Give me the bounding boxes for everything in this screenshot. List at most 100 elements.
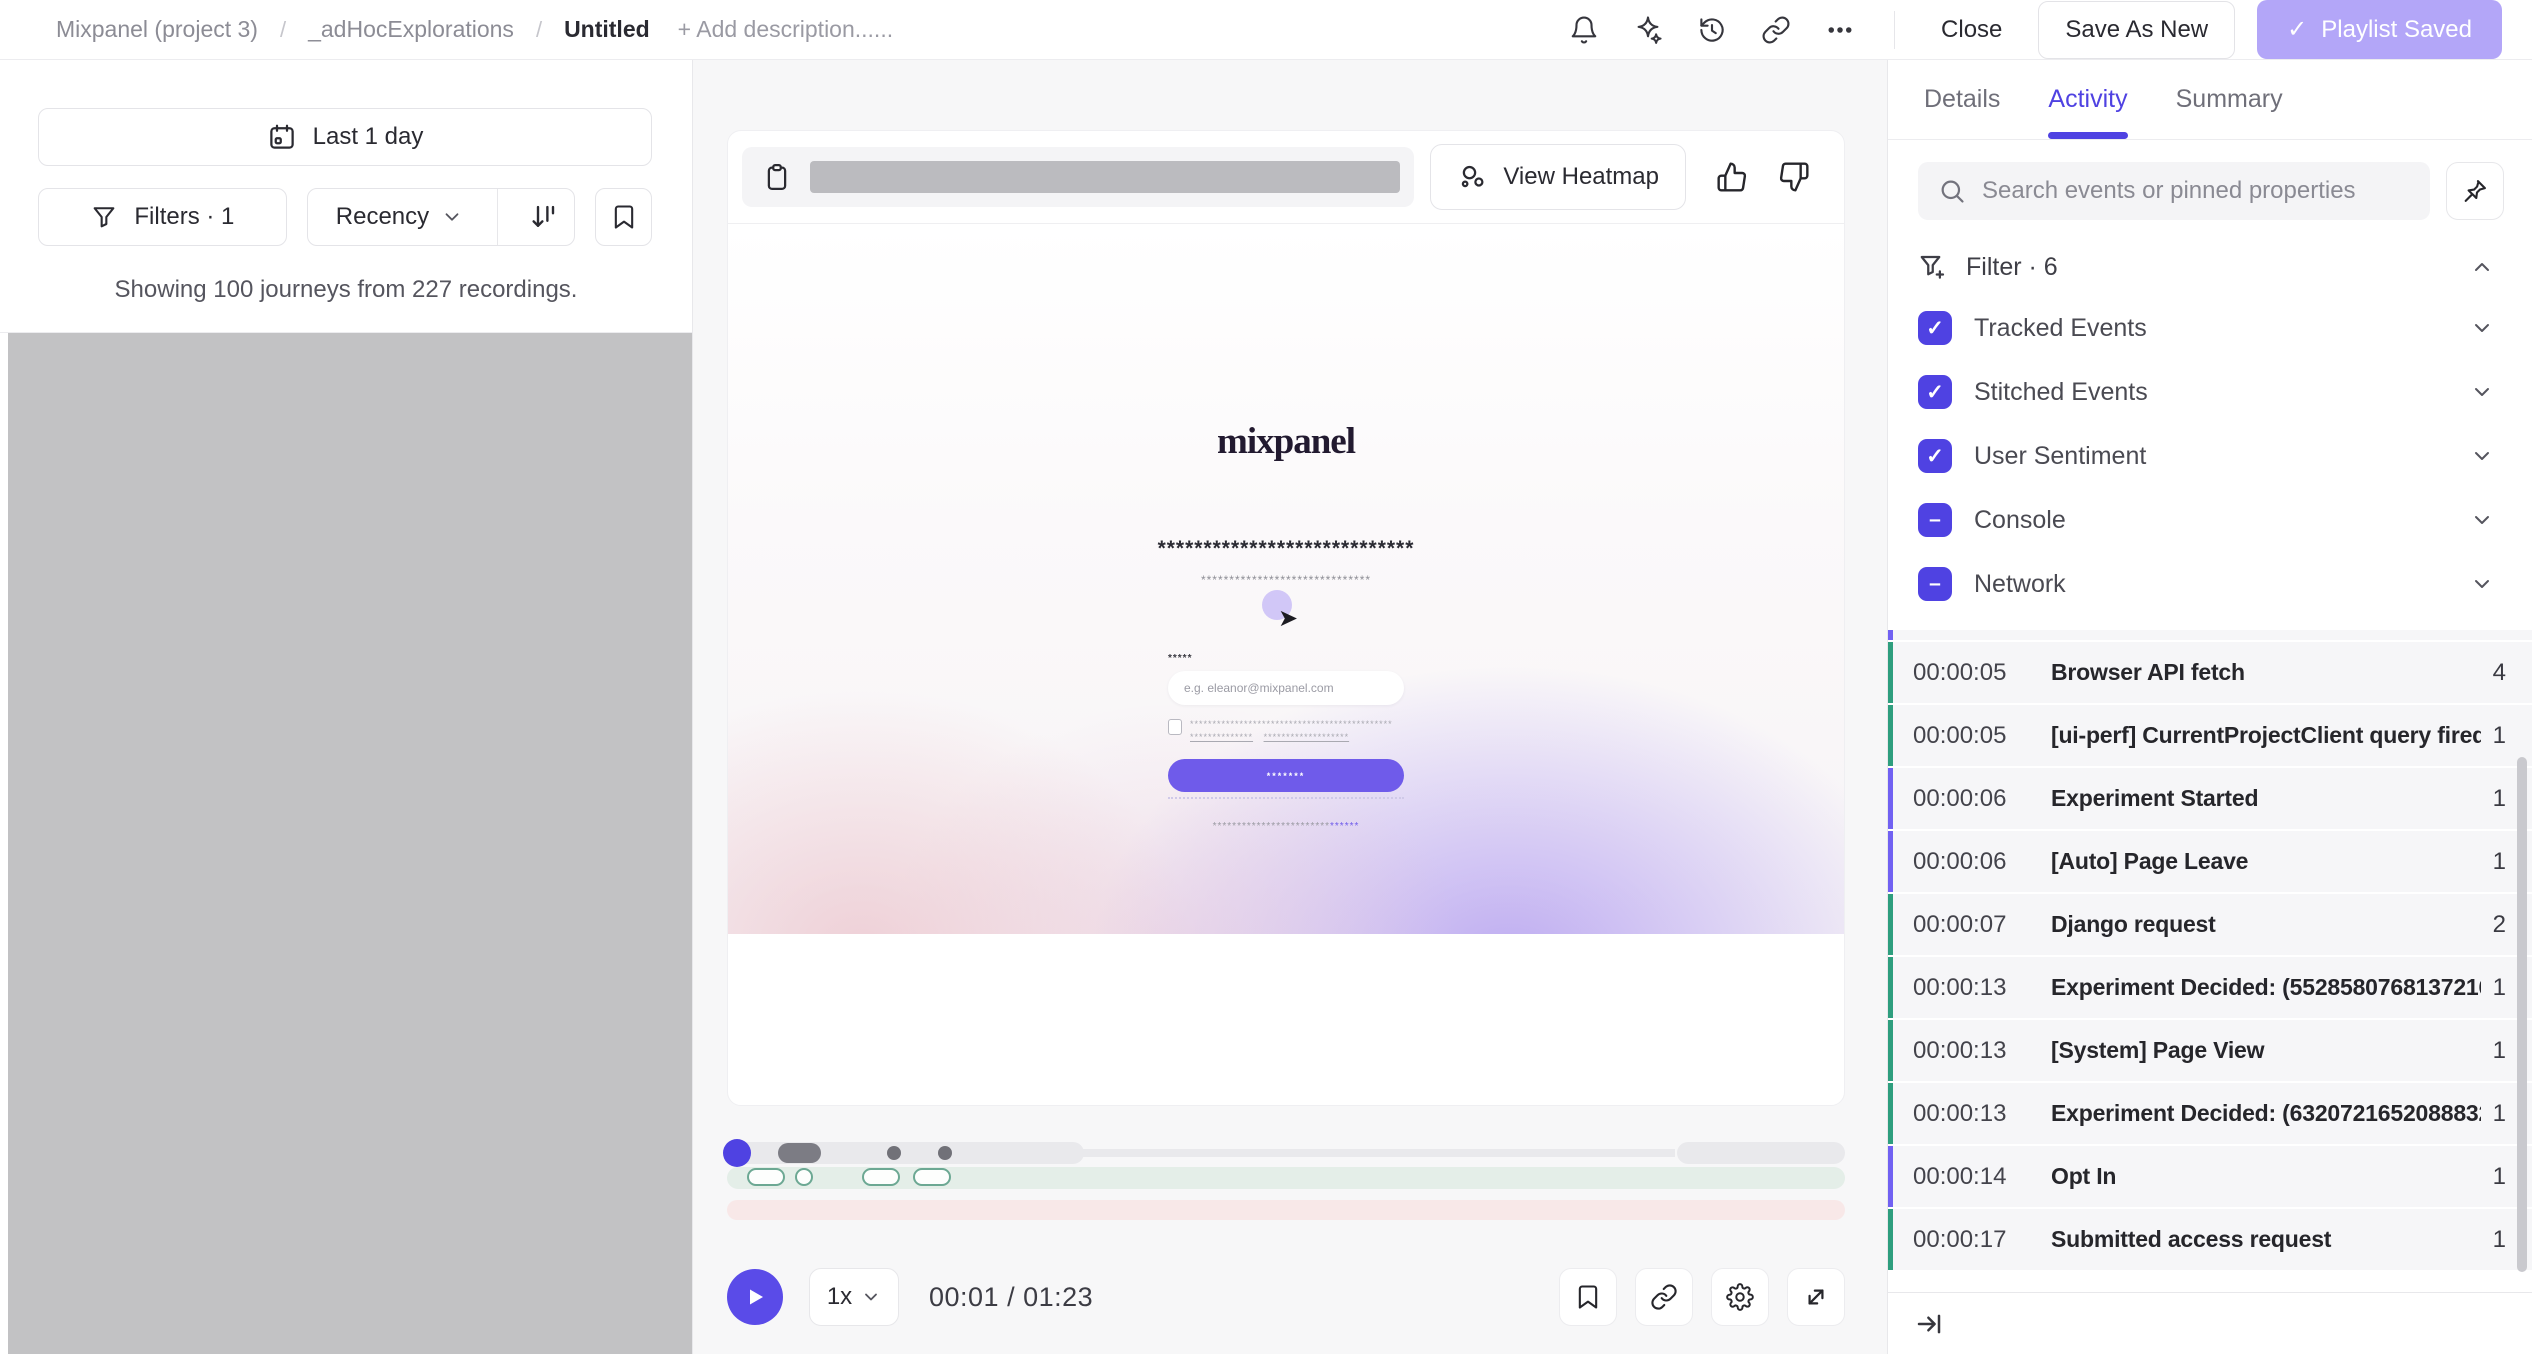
- save-as-new-button[interactable]: Save As New: [2038, 1, 2235, 59]
- replay-viewport[interactable]: mixpanel **************************** **…: [728, 224, 1844, 934]
- network-marker: [795, 1168, 813, 1186]
- event-name: Experiment Started: [2051, 785, 2481, 812]
- pinned-properties-button[interactable]: [2446, 162, 2504, 220]
- replay-footer-redacted: ******************************: [1046, 821, 1526, 832]
- chevron-down-icon[interactable]: [2470, 316, 2494, 340]
- filter-checkbox[interactable]: –: [1918, 567, 1952, 601]
- sort-direction-button[interactable]: [514, 202, 572, 232]
- notifications-button[interactable]: [1552, 15, 1616, 45]
- chevron-down-icon: [861, 1287, 881, 1307]
- event-row[interactable]: 00:00:05 Browser API fetch 4: [1888, 642, 2532, 703]
- event-count: 1: [2493, 1100, 2506, 1128]
- tab-details[interactable]: Details: [1924, 60, 2000, 139]
- view-heatmap-button[interactable]: View Heatmap: [1430, 144, 1686, 210]
- bookmark-moment-button[interactable]: [1559, 1268, 1617, 1326]
- play-button[interactable]: [727, 1269, 783, 1325]
- copy-link-button[interactable]: [1744, 15, 1808, 45]
- player-settings-button[interactable]: [1711, 1268, 1769, 1326]
- ellipsis-icon: [1825, 15, 1855, 45]
- thumbs-down-icon[interactable]: [1778, 161, 1810, 193]
- playlist-saved-label: Playlist Saved: [2321, 16, 2472, 44]
- event-row-partial[interactable]: [1888, 630, 2532, 640]
- terms-checkbox-row: ****************************************…: [1168, 718, 1404, 744]
- playlist-saved-button[interactable]: ✓ Playlist Saved: [2257, 0, 2502, 59]
- redacted-url: [810, 161, 1400, 193]
- event-name: [System] Page View: [2051, 1037, 2481, 1064]
- thumbs-up-icon[interactable]: [1716, 161, 1748, 193]
- terms-text-redacted: ****************************************…: [1190, 718, 1393, 744]
- replay-form: ***** e.g. eleanor@mixpanel.com ********…: [1168, 653, 1404, 799]
- filter-label: Network: [1974, 570, 2066, 599]
- tab-activity[interactable]: Activity: [2048, 60, 2127, 139]
- funnel-icon: [90, 203, 118, 231]
- event-filter-row: ✓ User Sentiment: [1918, 424, 2494, 488]
- link-icon: [1650, 1283, 1678, 1311]
- date-range-label: Last 1 day: [313, 123, 424, 151]
- history-button[interactable]: [1680, 15, 1744, 45]
- sort-by-button[interactable]: Recency: [310, 203, 481, 231]
- chevron-down-icon[interactable]: [2470, 444, 2494, 468]
- clipboard-icon[interactable]: [762, 162, 792, 192]
- calendar-icon: [267, 122, 297, 152]
- network-track[interactable]: [727, 1167, 1845, 1189]
- collapse-filters-button[interactable]: [2470, 255, 2494, 279]
- tab-summary[interactable]: Summary: [2176, 60, 2283, 139]
- search-input[interactable]: Search events or pinned properties: [1918, 162, 2430, 220]
- playhead-handle[interactable]: [723, 1139, 751, 1167]
- activity-track[interactable]: [727, 1142, 1845, 1164]
- event-filter-list: ✓ Tracked Events ✓ Stitched Events ✓ Use…: [1888, 288, 2532, 616]
- recordings-list-redacted[interactable]: [8, 333, 692, 1354]
- event-row[interactable]: 00:00:14 Opt In 1: [1888, 1146, 2532, 1207]
- playback-speed-button[interactable]: 1x: [809, 1268, 899, 1326]
- date-range-button[interactable]: Last 1 day: [38, 108, 652, 166]
- filter-checkbox[interactable]: ✓: [1918, 375, 1952, 409]
- event-row[interactable]: 00:00:13 [System] Page View 1: [1888, 1020, 2532, 1081]
- ai-assistant-button[interactable]: [1616, 15, 1680, 45]
- event-filter-row: ✓ Stitched Events: [1918, 360, 2494, 424]
- bell-icon: [1569, 15, 1599, 45]
- check-icon: ✓: [2287, 15, 2307, 44]
- more-options-button[interactable]: [1808, 15, 1872, 45]
- filter-checkbox[interactable]: –: [1918, 503, 1952, 537]
- add-description-button[interactable]: + Add description......: [678, 16, 893, 43]
- event-name: [ui-perf] CurrentProjectClient query fir…: [2051, 722, 2481, 749]
- event-row[interactable]: 00:00:17 Submitted access request 1: [1888, 1209, 2532, 1270]
- mixpanel-logo: mixpanel: [1046, 420, 1526, 463]
- toolbar-divider: [1894, 11, 1895, 49]
- event-filter-row: – Console: [1918, 488, 2494, 552]
- filter-checkbox[interactable]: ✓: [1918, 311, 1952, 345]
- event-row[interactable]: 00:00:07 Django request 2: [1888, 894, 2532, 955]
- event-row[interactable]: 00:00:05 [ui-perf] CurrentProjectClient …: [1888, 705, 2532, 766]
- event-row[interactable]: 00:00:13 Experiment Decided: (5528580768…: [1888, 957, 2532, 1018]
- filters-button[interactable]: Filters · 1: [38, 188, 287, 246]
- network-marker: [913, 1168, 951, 1186]
- breadcrumb-project[interactable]: Mixpanel (project 3): [56, 16, 258, 43]
- sentiment-controls: [1702, 161, 1830, 193]
- top-actions: Close Save As New ✓ Playlist Saved: [1552, 0, 2502, 59]
- saved-views-button[interactable]: [595, 188, 652, 246]
- fullscreen-button[interactable]: [1787, 1268, 1845, 1326]
- filter-label: User Sentiment: [1974, 442, 2146, 471]
- chevron-down-icon[interactable]: [2470, 380, 2494, 404]
- player-tools: [1559, 1268, 1845, 1326]
- error-track[interactable]: [727, 1200, 1845, 1220]
- event-time: 00:00:06: [1913, 785, 2035, 813]
- filter-checkbox[interactable]: ✓: [1918, 439, 1952, 473]
- page-title[interactable]: Untitled: [564, 16, 650, 43]
- gear-icon: [1726, 1283, 1754, 1311]
- breadcrumb-board[interactable]: _adHocExplorations: [308, 16, 514, 43]
- event-row[interactable]: 00:00:13 Experiment Decided: (6320721652…: [1888, 1083, 2532, 1144]
- collapse-panel-button[interactable]: [1914, 1309, 1944, 1339]
- search-icon: [1938, 177, 1966, 205]
- bookmark-icon: [1574, 1283, 1602, 1311]
- share-link-button[interactable]: [1635, 1268, 1693, 1326]
- event-list-scrollbar[interactable]: [2517, 757, 2527, 1272]
- event-filter-header: Filter · 6: [1888, 234, 2532, 288]
- event-row[interactable]: 00:00:06 Experiment Started 1: [1888, 768, 2532, 829]
- filter-count-label: Filter · 6: [1966, 253, 2058, 282]
- chevron-down-icon[interactable]: [2470, 508, 2494, 532]
- chevron-down-icon[interactable]: [2470, 572, 2494, 596]
- event-row[interactable]: 00:00:06 [Auto] Page Leave 1: [1888, 831, 2532, 892]
- close-button[interactable]: Close: [1917, 16, 2026, 44]
- pin-icon: [2461, 177, 2489, 205]
